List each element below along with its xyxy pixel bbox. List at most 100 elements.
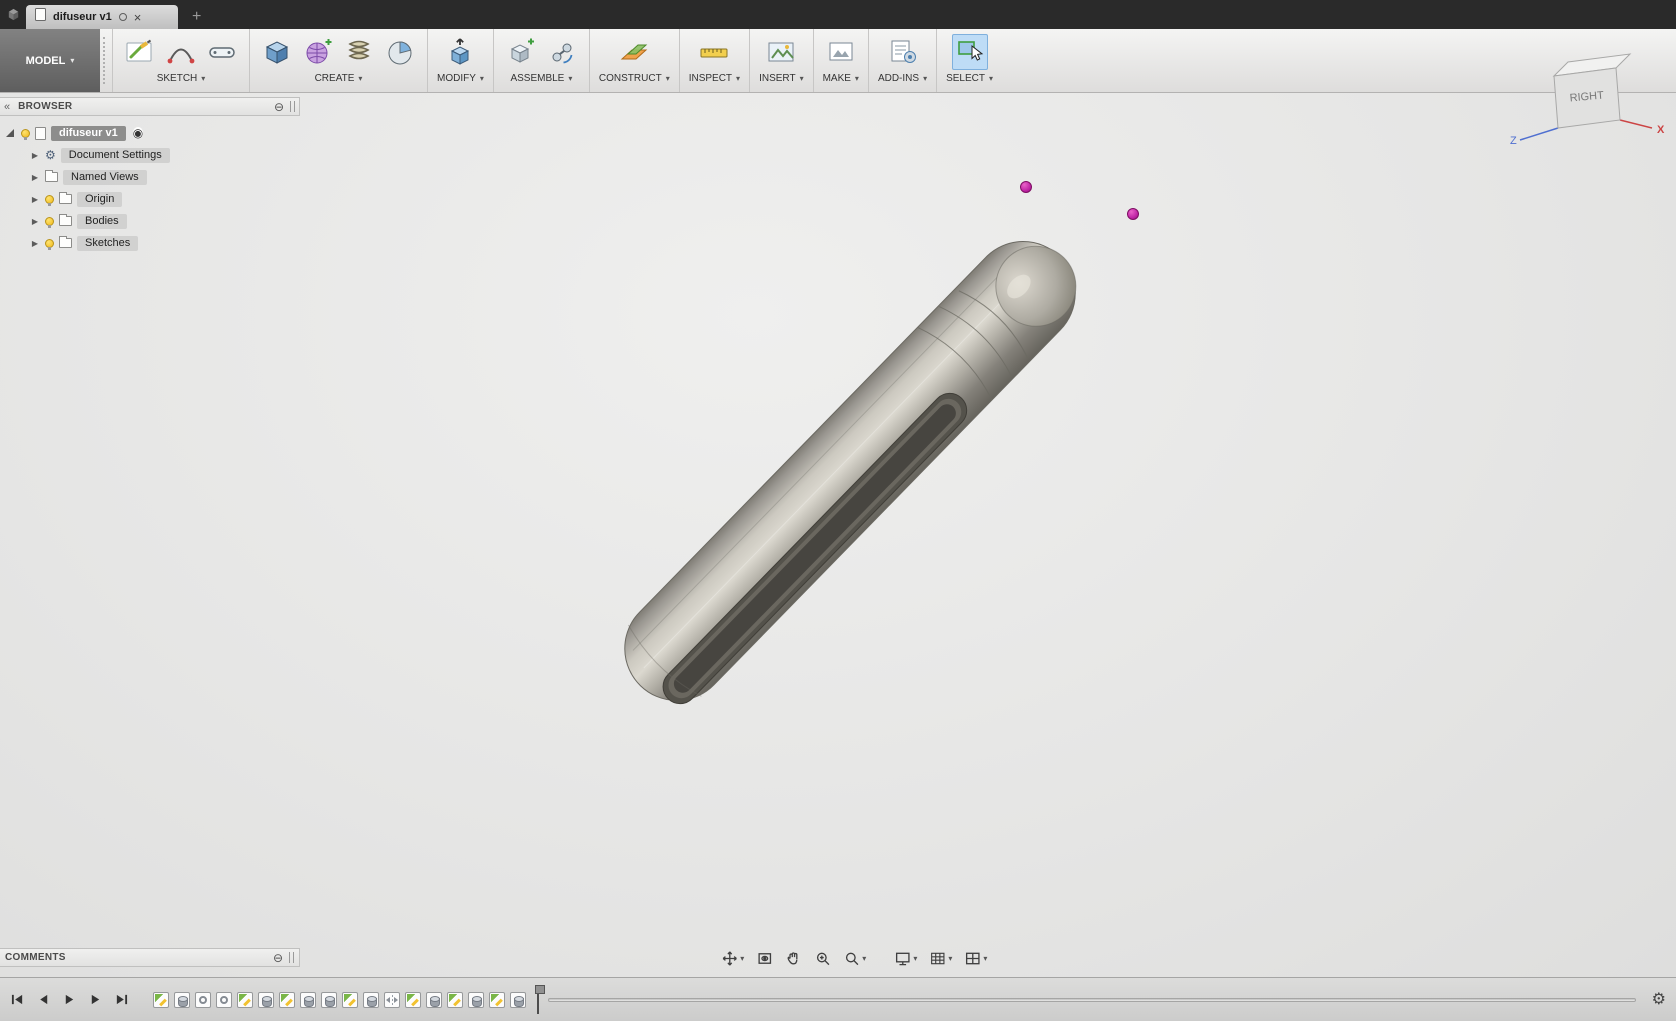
pan-button[interactable] — [782, 948, 805, 969]
create-sketch-button[interactable] — [122, 34, 158, 70]
panel-grip[interactable] — [290, 101, 295, 112]
minimize-panel-icon[interactable]: ⊖ — [274, 100, 284, 114]
collapse-panel-icon[interactable]: « — [4, 101, 10, 113]
press-pull-button[interactable] — [442, 34, 478, 70]
toolbar-grip[interactable] — [103, 37, 110, 84]
sketch-point[interactable] — [1127, 208, 1139, 220]
tree-item-bodies[interactable]: ▶ Bodies — [30, 210, 300, 232]
timeline-feature-extrude-icon[interactable] — [468, 991, 484, 1008]
go-to-end-button[interactable] — [114, 993, 129, 1006]
tree-item-named-views[interactable]: ▶ Named Views — [30, 166, 300, 188]
orbit-button[interactable]: ▾ — [718, 948, 747, 969]
tree-item-label[interactable]: Sketches — [77, 235, 139, 251]
zoom-button[interactable] — [811, 948, 834, 969]
create-menu[interactable]: CREATE ▾ — [315, 73, 363, 86]
view-cube[interactable]: Z X RIGHT — [1454, 48, 1674, 152]
select-button[interactable] — [951, 34, 988, 70]
timeline-feature-extrude-icon[interactable] — [363, 991, 379, 1008]
panel-grip[interactable] — [289, 952, 294, 963]
timeline-settings-gear-icon[interactable]: ⚙ — [1652, 991, 1666, 1008]
timeline-track[interactable] — [548, 997, 1636, 1002]
create-form-button[interactable] — [300, 34, 336, 70]
timeline-feature-extrude-icon[interactable] — [426, 991, 442, 1008]
inspect-menu[interactable]: INSPECT ▾ — [689, 73, 740, 86]
expand-arrow-icon[interactable]: ▶ — [30, 217, 40, 226]
tree-item-document-settings[interactable]: ▶ ⚙ Document Settings — [30, 144, 300, 166]
visibility-bulb-icon[interactable] — [21, 128, 30, 140]
grid-display-button[interactable]: ▾ — [926, 948, 955, 969]
create-revolve-button[interactable] — [382, 34, 418, 70]
create-coil-button[interactable] — [341, 34, 377, 70]
activate-component-icon[interactable]: ◉ — [132, 127, 144, 139]
timeline-feature-mirror-icon[interactable] — [384, 991, 400, 1008]
tree-item-label[interactable]: Named Views — [63, 169, 147, 185]
timeline-feature-extrude-icon[interactable] — [300, 991, 316, 1008]
step-forward-button[interactable] — [88, 993, 103, 1006]
construct-menu[interactable]: CONSTRUCT ▾ — [599, 73, 670, 86]
model-body[interactable] — [603, 219, 1098, 722]
viewport-3d[interactable]: « BROWSER ⊖ difuseur v1 ◉ ▶ ⚙ Document S… — [0, 93, 1676, 977]
tree-item-label[interactable]: Bodies — [77, 213, 127, 229]
make-button[interactable] — [823, 34, 859, 70]
sketch-point[interactable] — [1020, 181, 1032, 193]
visibility-bulb-icon[interactable] — [45, 194, 54, 206]
insert-canvas-button[interactable] — [763, 34, 799, 70]
timeline-feature-extrude-icon[interactable] — [174, 991, 190, 1008]
go-to-start-button[interactable] — [10, 993, 25, 1006]
measure-button[interactable] — [696, 34, 732, 70]
sketch-slot-button[interactable] — [204, 34, 240, 70]
make-menu[interactable]: MAKE ▾ — [823, 73, 859, 86]
expand-arrow-icon[interactable]: ▶ — [30, 195, 40, 204]
timeline-feature-sketch-icon[interactable] — [153, 991, 169, 1008]
new-component-button[interactable] — [503, 34, 539, 70]
timeline-feature-sketch-icon[interactable] — [279, 991, 295, 1008]
tree-item-sketches[interactable]: ▶ Sketches — [30, 232, 300, 254]
close-tab-icon[interactable]: × — [134, 11, 142, 24]
tree-item-label[interactable]: Origin — [77, 191, 123, 207]
viewports-button[interactable]: ▾ — [961, 948, 990, 969]
assemble-menu[interactable]: ASSEMBLE ▾ — [510, 73, 572, 86]
timeline-feature-extrude-icon[interactable] — [321, 991, 337, 1008]
select-menu[interactable]: SELECT ▾ — [946, 73, 993, 86]
timeline-feature-sketch-icon[interactable] — [342, 991, 358, 1008]
add-ins-scripts-button[interactable] — [885, 34, 921, 70]
joint-button[interactable] — [544, 34, 580, 70]
visibility-bulb-icon[interactable] — [45, 238, 54, 250]
root-expand-arrow-icon[interactable] — [6, 129, 14, 137]
sketch-menu[interactable]: SKETCH ▾ — [157, 73, 206, 86]
timeline-feature-extrude-icon[interactable] — [510, 991, 526, 1008]
browser-header[interactable]: « BROWSER ⊖ — [0, 97, 300, 116]
timeline-feature-sketch-icon[interactable] — [237, 991, 253, 1008]
insert-menu[interactable]: INSERT ▾ — [759, 73, 804, 86]
add-ins-menu[interactable]: ADD-INS ▾ — [878, 73, 927, 86]
new-tab-button[interactable]: + — [192, 9, 201, 25]
timeline-feature-sketch-icon[interactable] — [405, 991, 421, 1008]
timeline-feature-circle-icon[interactable] — [195, 991, 211, 1008]
zoom-window-button[interactable]: ▾ — [840, 948, 869, 969]
construct-plane-button[interactable] — [616, 34, 652, 70]
expand-arrow-icon[interactable]: ▶ — [30, 151, 40, 160]
modify-menu[interactable]: MODIFY ▾ — [437, 73, 484, 86]
step-back-button[interactable] — [36, 993, 51, 1006]
timeline-feature-extrude-icon[interactable] — [258, 991, 274, 1008]
timeline-feature-sketch-icon[interactable] — [489, 991, 505, 1008]
play-button[interactable] — [62, 993, 77, 1006]
visibility-bulb-icon[interactable] — [45, 216, 54, 228]
timeline-feature-sketch-icon[interactable] — [447, 991, 463, 1008]
expand-arrow-icon[interactable]: ▶ — [30, 173, 40, 182]
tree-root-row[interactable]: difuseur v1 ◉ — [6, 122, 300, 144]
document-tab[interactable]: difuseur v1 × — [26, 5, 178, 29]
expand-arrow-icon[interactable]: ▶ — [30, 239, 40, 248]
tree-item-label[interactable]: Document Settings — [60, 147, 170, 163]
timeline-marker[interactable] — [532, 984, 545, 1015]
comments-bar[interactable]: COMMENTS ⊖ — [0, 948, 300, 967]
minimize-panel-icon[interactable]: ⊖ — [273, 951, 283, 965]
display-settings-button[interactable]: ▾ — [891, 948, 920, 969]
workspace-switcher-button[interactable]: MODEL ▾ — [0, 29, 100, 92]
look-at-button[interactable] — [753, 948, 776, 969]
root-node-label[interactable]: difuseur v1 — [51, 125, 126, 141]
tree-item-origin[interactable]: ▶ Origin — [30, 188, 300, 210]
create-box-button[interactable] — [259, 34, 295, 70]
timeline-feature-circle-icon[interactable] — [216, 991, 232, 1008]
sketch-arc-button[interactable] — [163, 34, 199, 70]
